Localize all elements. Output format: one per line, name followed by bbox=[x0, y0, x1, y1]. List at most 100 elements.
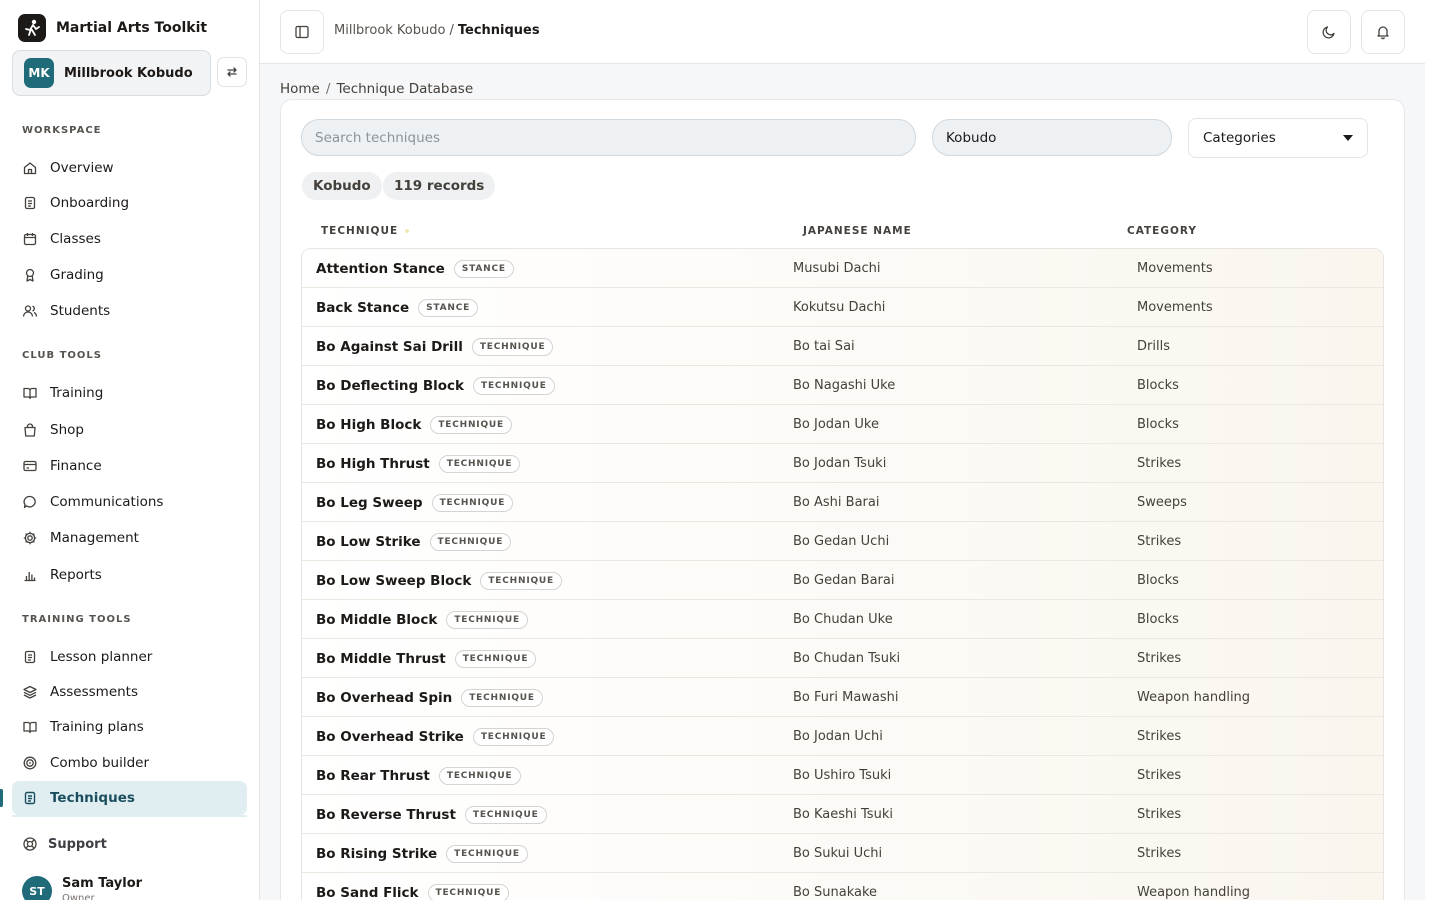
home-icon bbox=[23, 162, 37, 175]
japanese-name-cell: Bo Ashi Barai bbox=[793, 495, 880, 510]
technique-name: Attention Stance bbox=[316, 260, 445, 277]
shopping-bag-icon bbox=[24, 423, 36, 437]
breadcrumb-current: Technique Database bbox=[336, 81, 474, 97]
japanese-name-cell: Bo Nagashi Uke bbox=[793, 378, 896, 393]
sidebar-item-label: Techniques bbox=[50, 790, 135, 806]
table-row[interactable]: Bo High Thrust TECHNIQUE Bo Jodan Tsuki Str… bbox=[302, 444, 1383, 483]
switch-club-button[interactable] bbox=[217, 57, 247, 87]
sidebar-item-students[interactable]: Students bbox=[12, 294, 247, 328]
sidebar-item-lesson-planner[interactable]: Lesson planner bbox=[12, 640, 247, 674]
table-row[interactable]: Bo High Block TECHNIQUE Bo Jodan Uke Blocks bbox=[302, 405, 1383, 444]
sidebar-item-training[interactable]: Training bbox=[12, 376, 247, 410]
technique-type-badge: TECHNIQUE bbox=[438, 766, 521, 785]
technique-cell: Back Stance STANCE bbox=[316, 288, 479, 327]
japanese-name-cell: Bo Chudan Tsuki bbox=[793, 651, 901, 666]
japanese-name-cell: Bo Kaeshi Tsuki bbox=[793, 807, 893, 822]
table-row[interactable]: Bo Overhead Spin TECHNIQUE Bo Furi Mawashi… bbox=[302, 678, 1383, 717]
sidebar-panel-icon bbox=[295, 25, 309, 39]
sidebar-item-label: Lesson planner bbox=[50, 649, 153, 665]
sidebar-item-overview[interactable]: Overview bbox=[12, 151, 247, 185]
style-filter-input[interactable] bbox=[932, 119, 1172, 156]
active-nav-marker bbox=[0, 789, 3, 807]
brand[interactable]: Martial Arts Toolkit bbox=[18, 14, 207, 42]
sidebar-item-techniques[interactable]: Techniques bbox=[12, 781, 247, 815]
technique-name: Bo Low Sweep Block bbox=[316, 572, 472, 589]
sidebar-item-communications[interactable]: Communications bbox=[12, 485, 247, 519]
japanese-name-cell: Bo Gedan Uchi bbox=[793, 534, 890, 549]
category-cell: Strikes bbox=[1137, 729, 1182, 744]
technique-cell: Bo High Thrust TECHNIQUE bbox=[316, 444, 521, 483]
support-link[interactable]: Support bbox=[22, 836, 107, 852]
technique-name: Bo Against Sai Drill bbox=[316, 338, 463, 355]
column-header-category[interactable]: CATEGORY bbox=[1127, 225, 1197, 237]
category-cell: Strikes bbox=[1137, 846, 1182, 861]
table-row[interactable]: Attention Stance STANCE Musubi Dachi Moveme… bbox=[302, 249, 1383, 288]
technique-name: Bo Deflecting Block bbox=[316, 377, 465, 394]
page-scrollbar[interactable] bbox=[1425, 0, 1440, 900]
table-row[interactable]: Bo Low Sweep Block TECHNIQUE Bo Gedan Bara… bbox=[302, 561, 1383, 600]
technique-database-card: Categories Kobudo 119 records TECHNIQUE … bbox=[280, 99, 1405, 900]
technique-name: Bo Rear Thrust bbox=[316, 767, 430, 784]
breadcrumb-club-link[interactable]: Millbrook Kobudo bbox=[334, 23, 445, 38]
japanese-name-cell: Musubi Dachi bbox=[793, 261, 881, 276]
category-cell: Strikes bbox=[1137, 807, 1182, 822]
clipboard-icon bbox=[24, 196, 36, 210]
bar-chart-icon bbox=[24, 572, 36, 582]
table-row[interactable]: Bo Deflecting Block TECHNIQUE Bo Nagashi U… bbox=[302, 366, 1383, 405]
japanese-name-cell: Bo Jodan Uchi bbox=[793, 729, 883, 744]
table-row[interactable]: Back Stance STANCE Kokutsu Dachi Movements bbox=[302, 288, 1383, 327]
sidebar-item-training-plans[interactable]: Training plans bbox=[12, 710, 247, 744]
table-row[interactable]: Bo Overhead Strike TECHNIQUE Bo Jodan Uchi… bbox=[302, 717, 1383, 756]
sidebar-item-onboarding[interactable]: Onboarding bbox=[12, 186, 247, 220]
sidebar-item-grading[interactable]: Grading bbox=[12, 258, 247, 292]
technique-type-badge: TECHNIQUE bbox=[430, 415, 512, 434]
swap-arrows-icon bbox=[227, 67, 237, 77]
sidebar-item-label: Management bbox=[50, 530, 139, 546]
chat-bubble-icon bbox=[23, 495, 36, 509]
record-count-chip: 119 records bbox=[383, 172, 496, 200]
search-input[interactable] bbox=[301, 119, 916, 156]
table-row[interactable]: Bo Rear Thrust TECHNIQUE Bo Ushiro Tsuki St… bbox=[302, 756, 1383, 795]
technique-type-badge: TECHNIQUE bbox=[446, 844, 528, 863]
column-header-japanese-name[interactable]: JAPANESE NAME bbox=[803, 225, 912, 237]
sidebar-item-label: Reports bbox=[50, 567, 102, 583]
technique-type-badge: TECHNIQUE bbox=[431, 493, 514, 512]
sidebar-item-reports[interactable]: Reports bbox=[12, 558, 247, 592]
sidebar-item-label: Training bbox=[50, 385, 104, 401]
technique-name: Bo High Thrust bbox=[316, 455, 430, 472]
notifications-button[interactable] bbox=[1361, 10, 1405, 54]
sidebar-item-combo-builder[interactable]: Combo builder bbox=[12, 746, 247, 780]
technique-cell: Bo Leg Sweep TECHNIQUE bbox=[316, 483, 514, 522]
technique-type-badge: TECHNIQUE bbox=[461, 688, 543, 707]
sidebar-item-assessments[interactable]: Assessments bbox=[12, 675, 247, 709]
technique-cell: Bo Sand Flick TECHNIQUE bbox=[316, 873, 510, 900]
breadcrumb-home-link[interactable]: Home bbox=[280, 81, 320, 97]
category-select[interactable]: Categories bbox=[1188, 118, 1368, 158]
table-row[interactable]: Bo Middle Thrust TECHNIQUE Bo Chudan Tsuki… bbox=[302, 639, 1383, 678]
table-row[interactable]: Bo Reverse Thrust TECHNIQUE Bo Kaeshi Tsuk… bbox=[302, 795, 1383, 834]
table-row[interactable]: Bo Sand Flick TECHNIQUE Bo Sunakake Weapon … bbox=[302, 873, 1383, 900]
table-row[interactable]: Bo Rising Strike TECHNIQUE Bo Sukui Uchi St… bbox=[302, 834, 1383, 873]
category-cell: Movements bbox=[1137, 300, 1213, 315]
sidebar-item-management[interactable]: Management bbox=[12, 521, 247, 555]
avatar: ST bbox=[22, 876, 52, 900]
document-icon bbox=[24, 791, 36, 805]
techniques-table: Attention Stance STANCE Musubi Dachi Moveme… bbox=[301, 248, 1384, 900]
column-header-technique[interactable]: TECHNIQUE bbox=[321, 225, 410, 237]
caret-down-icon bbox=[1343, 135, 1353, 141]
sidebar-item-classes[interactable]: Classes bbox=[12, 222, 247, 256]
table-row[interactable]: Bo Against Sai Drill TECHNIQUE Bo tai Sai D… bbox=[302, 327, 1383, 366]
table-row[interactable]: Bo Leg Sweep TECHNIQUE Bo Ashi Barai Sweeps bbox=[302, 483, 1383, 522]
club-switcher[interactable]: MK Millbrook Kobudo bbox=[12, 50, 211, 96]
users-icon bbox=[22, 305, 38, 317]
sidebar-item-finance[interactable]: Finance bbox=[12, 449, 247, 483]
toggle-sidebar-button[interactable] bbox=[280, 10, 324, 54]
theme-toggle-button[interactable] bbox=[1307, 10, 1351, 54]
sidebar-item-shop[interactable]: Shop bbox=[12, 413, 247, 447]
table-row[interactable]: Bo Low Strike TECHNIQUE Bo Gedan Uchi Strik… bbox=[302, 522, 1383, 561]
table-row[interactable]: Bo Middle Block TECHNIQUE Bo Chudan Uke Blo… bbox=[302, 600, 1383, 639]
technique-type-badge: TECHNIQUE bbox=[429, 532, 512, 551]
user-menu[interactable]: ST Sam Taylor Owner bbox=[22, 872, 142, 900]
sidebar-item-label: Training plans bbox=[50, 719, 144, 735]
category-cell: Weapon handling bbox=[1137, 885, 1251, 900]
